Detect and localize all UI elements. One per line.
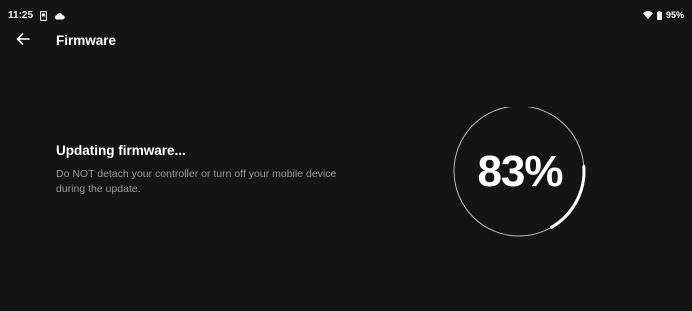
arrow-back-icon [16, 32, 30, 50]
status-right: 95% [642, 10, 684, 20]
progress-percent: 83% [477, 147, 563, 196]
firmware-update-screen: 11:25 95% Firmware Updating firmware... … [0, 0, 692, 311]
status-left: 11:25 [8, 10, 65, 21]
update-description: Do NOT detach your controller or turn of… [56, 167, 376, 197]
progress-ring: 83% [450, 107, 590, 237]
update-description-line2: during the update. [56, 183, 141, 195]
update-message: Updating firmware... Do NOT detach your … [56, 143, 376, 197]
update-title: Updating firmware... [56, 143, 186, 158]
cloud-icon [54, 12, 65, 20]
phone-notification-icon [40, 10, 48, 21]
battery-percent: 95% [665, 10, 684, 20]
status-bar: 11:25 95% [0, 0, 692, 30]
battery-icon [656, 10, 662, 20]
status-time: 11:25 [8, 10, 34, 21]
wifi-icon [642, 11, 653, 19]
update-description-line1: Do NOT detach your controller or turn of… [56, 168, 337, 180]
page-title: Firmware [56, 33, 117, 48]
back-button[interactable] [14, 32, 32, 50]
app-bar: Firmware [0, 30, 692, 54]
